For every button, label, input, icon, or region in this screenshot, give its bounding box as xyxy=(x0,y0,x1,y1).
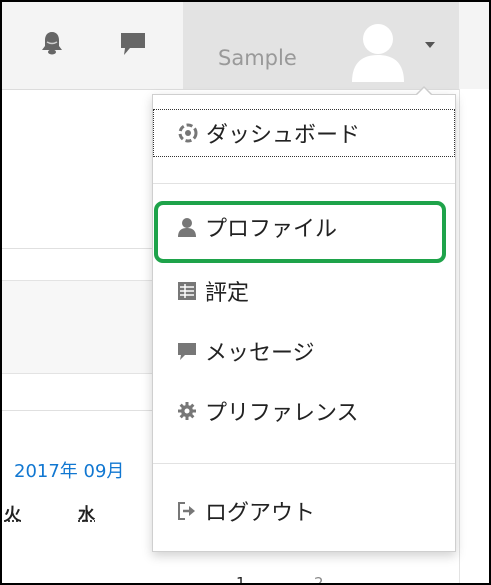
divider-line xyxy=(2,248,154,249)
navbar: Sample xyxy=(2,2,489,90)
menu-divider xyxy=(153,463,455,464)
menu-item-label: メッセージ xyxy=(205,341,315,366)
message-icon xyxy=(177,341,197,361)
menu-item-label: 評定 xyxy=(205,281,250,306)
calendar-date[interactable]: 2 xyxy=(314,574,324,583)
message-icon[interactable] xyxy=(120,32,146,60)
bell-icon[interactable] xyxy=(41,30,63,60)
menu-divider xyxy=(153,183,455,184)
divider-line xyxy=(2,410,154,411)
calendar-date[interactable]: 1 xyxy=(236,574,246,583)
calendar-day-wed: 水 xyxy=(78,505,95,525)
calendar-month-title[interactable]: 2017年 09月 xyxy=(14,457,124,483)
username[interactable]: Sample xyxy=(218,46,297,70)
dropdown-arrow-fill xyxy=(416,88,432,96)
menu-item-dashboard[interactable]: ダッシュボード xyxy=(153,109,455,157)
menu-item-label: ログアウト xyxy=(205,501,316,526)
content-band xyxy=(2,280,154,374)
page-right-edge xyxy=(459,89,489,583)
menu-item-preferences[interactable]: プリファレンス xyxy=(153,387,455,435)
menu-item-label: プリファレンス xyxy=(205,401,359,426)
caret-down-icon[interactable] xyxy=(425,42,435,48)
menu-item-grades[interactable]: 評定 xyxy=(153,267,455,315)
profile-highlight-box xyxy=(154,201,446,263)
wrench-icon xyxy=(177,401,197,421)
calendar-day-tue: 火 xyxy=(4,505,21,525)
grades-icon xyxy=(177,281,197,301)
dashboard-icon xyxy=(178,123,198,143)
sign-out-icon xyxy=(177,501,197,521)
user-dropdown-menu: ダッシュボード プロファイル 評定 メッセージ プリファレンス ログアウト xyxy=(152,94,456,552)
menu-item-label: ダッシュボード xyxy=(206,123,361,148)
avatar-icon[interactable] xyxy=(351,22,405,86)
menu-item-logout[interactable]: ログアウト xyxy=(153,487,455,535)
menu-item-messages[interactable]: メッセージ xyxy=(153,327,455,375)
app-frame: Sample 2017年 09月 火 水 1 2 ダッシュボード プロファイル … xyxy=(0,0,491,585)
